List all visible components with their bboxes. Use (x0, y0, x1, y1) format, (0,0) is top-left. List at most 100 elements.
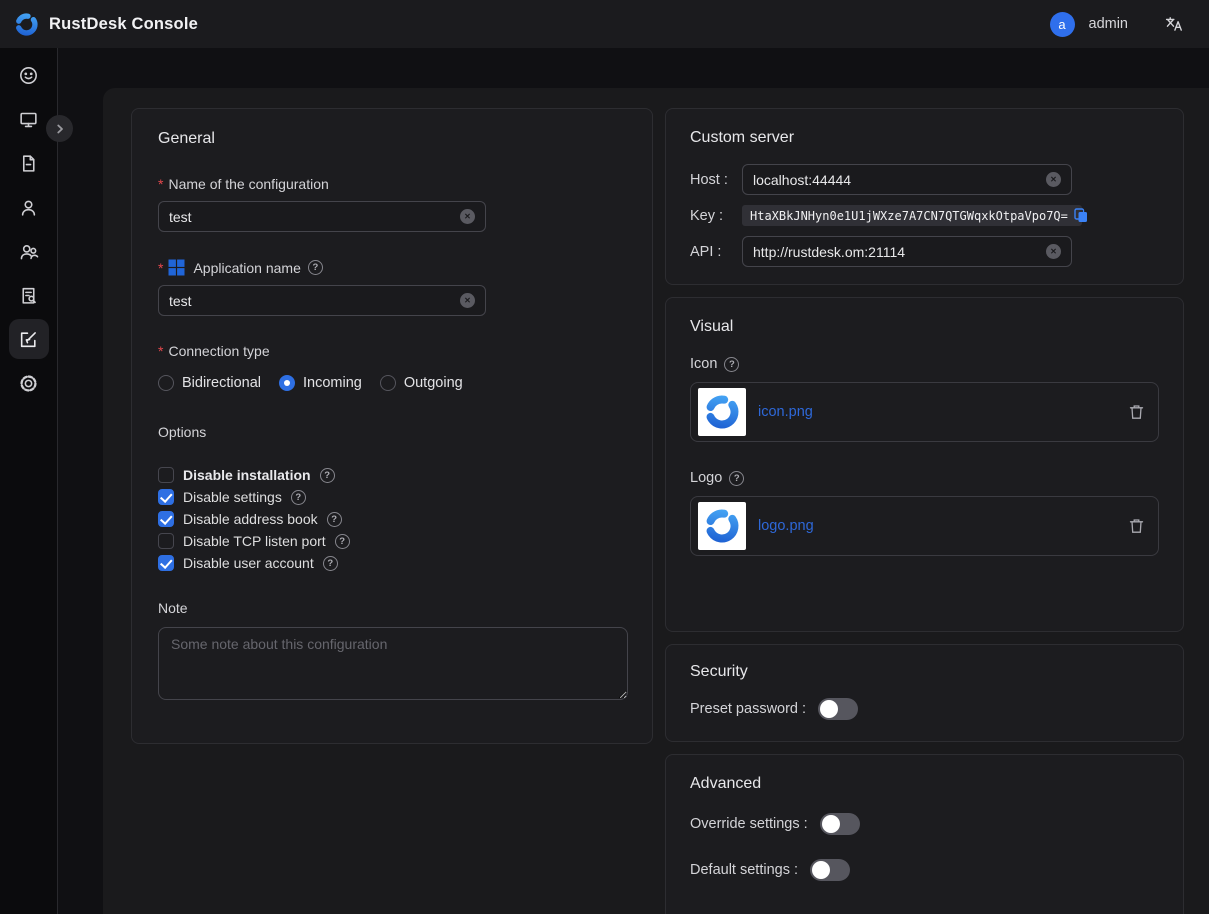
toggle-knob (822, 815, 840, 833)
checkbox-disable-address-book[interactable] (158, 511, 174, 527)
radio-outgoing[interactable]: Outgoing (380, 375, 463, 391)
advanced-title: Advanced (690, 775, 1159, 793)
app-name-label: * Application name (158, 259, 626, 276)
security-panel: Security Preset password : (665, 644, 1184, 742)
sidebar-expand-button[interactable] (46, 115, 73, 142)
smiley-icon (18, 65, 39, 86)
visual-title: Visual (690, 318, 1159, 336)
clear-config-name-icon[interactable] (460, 209, 475, 224)
checkbox-disable-installation[interactable] (158, 467, 174, 483)
sidebar-nav (0, 48, 58, 914)
rustdesk-console-app: RustDesk Console a admin (0, 0, 1209, 914)
override-settings-row: Override settings : (690, 813, 1159, 835)
default-settings-row: Default settings : (690, 859, 1159, 881)
radio-incoming[interactable]: Incoming (279, 375, 362, 391)
config-name-input[interactable] (169, 209, 460, 225)
radio-bidirectional[interactable]: Bidirectional (158, 375, 261, 391)
api-inputbox (742, 236, 1072, 267)
option-disable-settings: Disable settings (158, 486, 626, 508)
disable-address-book-help-icon[interactable] (327, 512, 342, 527)
api-row: API : (690, 236, 1159, 267)
translate-icon[interactable] (1164, 15, 1183, 34)
note-textarea[interactable] (158, 627, 628, 700)
api-label: API : (690, 244, 742, 260)
required-asterisk: * (158, 343, 163, 359)
chevron-right-icon (54, 123, 66, 135)
option-disable-installation: Disable installation (158, 464, 626, 486)
config-name-inputbox (158, 201, 486, 232)
radio-circle[interactable] (279, 375, 295, 391)
copy-key-icon[interactable] (1074, 208, 1088, 223)
sidebar-item-settings[interactable] (9, 363, 49, 403)
checkbox-disable-settings[interactable] (158, 489, 174, 505)
sidebar-item-devices[interactable] (9, 99, 49, 139)
clear-api-icon[interactable] (1046, 244, 1061, 259)
disable-installation-help-icon[interactable] (320, 468, 335, 483)
delete-logo-file-icon[interactable] (1129, 518, 1144, 534)
clear-host-icon[interactable] (1046, 172, 1061, 187)
logo-help-icon[interactable] (729, 471, 744, 486)
preset-password-toggle[interactable] (818, 698, 858, 720)
app-name-input[interactable] (169, 293, 460, 309)
note-label: Note (158, 600, 626, 616)
icon-help-icon[interactable] (724, 357, 739, 372)
key-row: Key : HtaXBkJNHyn0e1U1jWXze7A7CN7QTGWqxk… (690, 205, 1159, 226)
toggle-knob (820, 700, 838, 718)
checkbox-disable-user-account[interactable] (158, 555, 174, 571)
option-disable-address-book: Disable address book (158, 508, 626, 530)
visual-panel: Visual Icon icon.png (665, 297, 1184, 632)
app-name-help-icon[interactable] (308, 260, 323, 275)
disable-tcp-listen-port-help-icon[interactable] (335, 534, 350, 549)
users-icon (18, 241, 39, 262)
sidebar-item-users[interactable] (9, 187, 49, 227)
radio-circle[interactable] (380, 375, 396, 391)
monitor-icon (18, 109, 39, 130)
radio-circle[interactable] (158, 375, 174, 391)
key-chip: HtaXBkJNHyn0e1U1jWXze7A7CN7QTGWqxkOtpaVp… (742, 205, 1082, 226)
windows-logo-icon (168, 259, 185, 276)
checkbox-disable-tcp-listen-port[interactable] (158, 533, 174, 549)
delete-icon-file-icon[interactable] (1129, 404, 1144, 420)
key-value: HtaXBkJNHyn0e1U1jWXze7A7CN7QTGWqxkOtpaVp… (750, 209, 1068, 223)
option-disable-user-account: Disable user account (158, 552, 626, 574)
icon-file-link[interactable]: icon.png (758, 404, 813, 420)
key-label: Key : (690, 208, 742, 224)
clear-app-name-icon[interactable] (460, 293, 475, 308)
default-settings-toggle[interactable] (810, 859, 850, 881)
toggle-knob (812, 861, 830, 879)
sidebar-item-dashboard[interactable] (9, 55, 49, 95)
required-asterisk: * (158, 260, 163, 276)
host-inputbox (742, 164, 1072, 195)
edit-icon (18, 329, 39, 350)
custom-server-title: Custom server (690, 129, 1159, 147)
logo-file-link[interactable]: logo.png (758, 518, 814, 534)
disable-settings-help-icon[interactable] (291, 490, 306, 505)
app-name-inputbox (158, 285, 486, 316)
rustdesk-logo-icon (13, 11, 40, 38)
disable-user-account-help-icon[interactable] (323, 556, 338, 571)
username[interactable]: admin (1089, 16, 1129, 32)
host-row: Host : (690, 164, 1159, 195)
icon-label-row: Icon (690, 356, 1159, 372)
sidebar-item-groups[interactable] (9, 231, 49, 271)
advanced-panel: Advanced Override settings : Default set… (665, 754, 1184, 914)
sidebar-item-sessions[interactable] (9, 143, 49, 183)
override-settings-toggle[interactable] (820, 813, 860, 835)
content-area: General * Name of the configuration * (103, 88, 1209, 914)
preset-password-row: Preset password : (690, 698, 1159, 720)
logo-label-row: Logo (690, 470, 1159, 486)
host-input[interactable] (753, 172, 1046, 188)
custom-server-panel: Custom server Host : Key : HtaXBkJNHyn0e… (665, 108, 1184, 285)
sidebar-item-custom-client[interactable] (9, 319, 49, 359)
user-avatar[interactable]: a (1050, 12, 1075, 37)
icon-thumbnail (698, 388, 746, 436)
right-column: Custom server Host : Key : HtaXBkJNHyn0e… (665, 108, 1184, 914)
required-asterisk: * (158, 176, 163, 192)
app-title: RustDesk Console (49, 15, 198, 34)
connection-type-radio-group: Bidirectional Incoming Outgoing (158, 375, 626, 391)
sidebar-item-audit[interactable] (9, 275, 49, 315)
api-input[interactable] (753, 244, 1046, 260)
security-title: Security (690, 663, 1159, 681)
icon-upload-item: icon.png (690, 382, 1159, 442)
default-settings-label: Default settings : (690, 862, 798, 878)
